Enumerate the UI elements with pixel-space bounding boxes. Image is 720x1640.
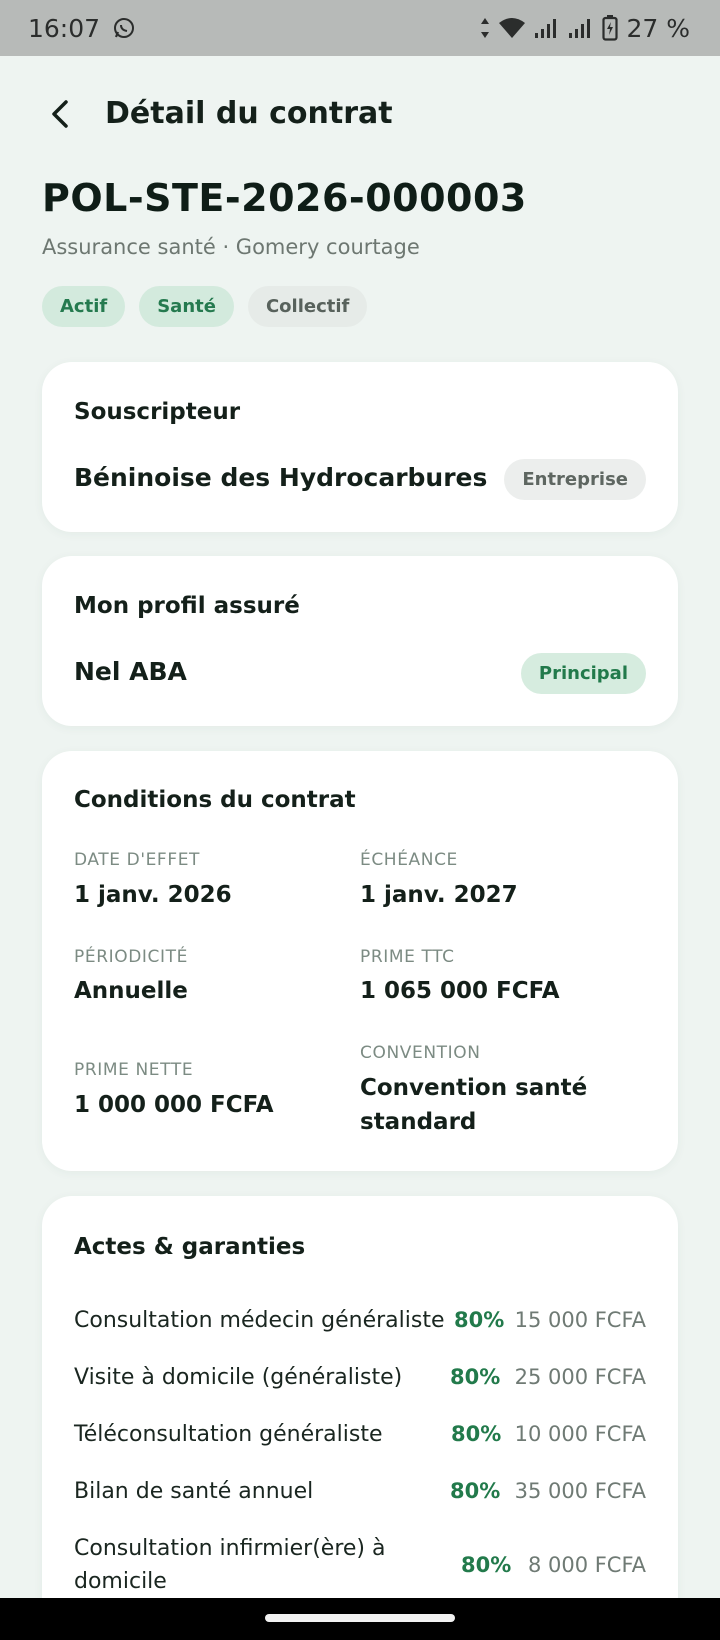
acte-amount: 8 000 FCFA: [527, 1553, 646, 1577]
signal-icon: [568, 17, 594, 39]
app-header: Détail du contrat: [0, 56, 720, 186]
acte-percentage: 80%: [451, 1422, 502, 1446]
status-bar: 16:07 27 %: [0, 0, 720, 56]
prime-nette-label: PRIME NETTE: [74, 1060, 194, 1080]
conditions-card: Conditions du contrat DATE D'EFFET 1 jan…: [42, 751, 678, 1171]
acte-amount: 25 000 FCFA: [514, 1365, 646, 1389]
policy-tags: Actif Santé Collectif: [42, 286, 368, 327]
acte-percentage: 80%: [454, 1308, 505, 1332]
home-gesture-handle[interactable]: [265, 1614, 455, 1622]
back-button[interactable]: [40, 96, 80, 136]
acte-amount: 35 000 FCFA: [514, 1479, 646, 1503]
acte-percentage: 80%: [450, 1365, 501, 1389]
profil-name: Nel ABA: [74, 657, 187, 686]
signal-icon: [534, 17, 560, 39]
profil-card: Mon profil assuré Nel ABA Principal: [42, 556, 678, 726]
status-left: 16:07: [28, 14, 136, 43]
acte-percentage: 80%: [461, 1553, 512, 1577]
acte-name: Téléconsultation généraliste: [74, 1422, 383, 1447]
status-time: 16:07: [28, 13, 101, 43]
data-arrows-icon: [480, 17, 490, 39]
souscripteur-card: Souscripteur Béninoise des Hydrocarbures…: [42, 362, 678, 532]
profil-role-badge: Principal: [520, 653, 646, 694]
card-title: Mon profil assuré: [74, 593, 300, 619]
acte-name: Bilan de santé annuel: [74, 1479, 314, 1504]
souscripteur-name: Béninoise des Hydrocarbures: [74, 463, 488, 492]
souscripteur-type-badge: Entreprise: [504, 459, 646, 500]
policy-number: POL-STE-2026-000003: [42, 176, 527, 220]
battery-level: 27 %: [626, 13, 690, 43]
prime-ttc-value: 1 065 000 FCFA: [360, 978, 560, 1004]
acte-name: Consultation médecin généraliste: [74, 1308, 445, 1333]
periodicite-label: PÉRIODICITÉ: [74, 947, 188, 967]
prime-nette-value: 1 000 000 FCFA: [74, 1092, 274, 1118]
battery-icon: [602, 15, 619, 41]
acte-amount: 15 000 FCFA: [514, 1308, 646, 1332]
tag-status: Actif: [42, 286, 126, 327]
card-title: Actes & garanties: [74, 1234, 306, 1260]
whatsapp-icon: [112, 16, 136, 40]
acte-amount: 10 000 FCFA: [514, 1422, 646, 1446]
echeance-value: 1 janv. 2027: [360, 882, 518, 908]
policy-subtitle: Assurance santé · Gomery courtage: [42, 235, 420, 259]
status-right: 27 %: [480, 14, 690, 43]
tag-type: Collectif: [247, 286, 368, 327]
date-effet-label: DATE D'EFFET: [74, 850, 201, 870]
back-arrow-icon: [49, 99, 71, 133]
system-nav-bar: [0, 1598, 720, 1640]
convention-value: Convention santé standard: [360, 1075, 588, 1135]
actes-card: Actes & garanties Consultation médecin g…: [42, 1196, 678, 1640]
echeance-label: ÉCHÉANCE: [360, 850, 458, 870]
tag-category: Santé: [139, 286, 234, 327]
card-title: Souscripteur: [74, 399, 241, 425]
prime-ttc-label: PRIME TTC: [360, 947, 455, 967]
acte-percentage: 80%: [450, 1479, 501, 1503]
card-title: Conditions du contrat: [74, 787, 356, 813]
page-title: Détail du contrat: [105, 96, 393, 131]
acte-name: Consultation infirmier(ère) à domicile: [74, 1536, 386, 1594]
date-effet-value: 1 janv. 2026: [74, 882, 232, 908]
periodicite-value: Annuelle: [74, 978, 188, 1004]
acte-name: Visite à domicile (généraliste): [74, 1365, 403, 1390]
convention-label: CONVENTION: [360, 1043, 481, 1063]
wifi-icon: [498, 17, 526, 39]
